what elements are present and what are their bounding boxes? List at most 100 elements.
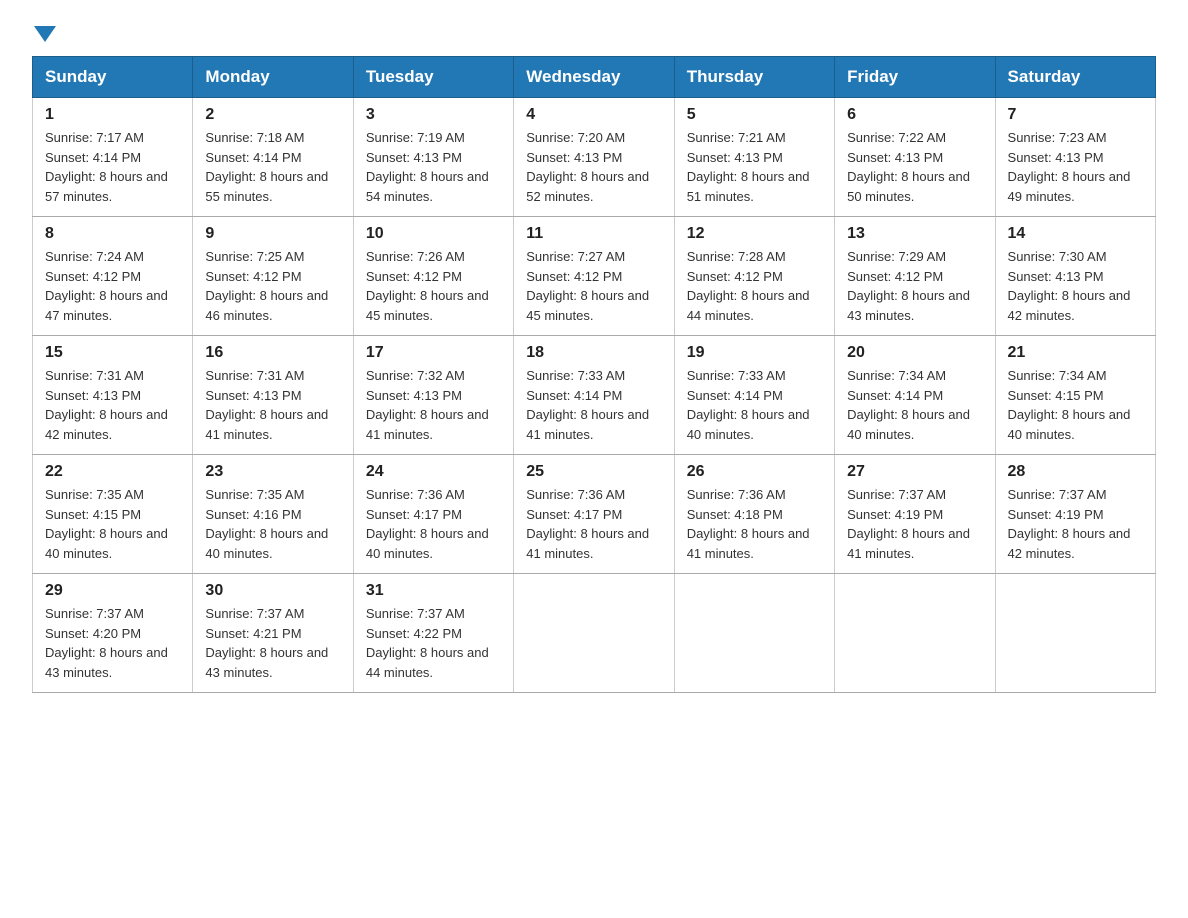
day-info: Sunrise: 7:36 AM Sunset: 4:17 PM Dayligh… bbox=[526, 485, 661, 563]
daylight-label: Daylight: 8 hours and 41 minutes. bbox=[366, 407, 489, 442]
calendar-cell: 8 Sunrise: 7:24 AM Sunset: 4:12 PM Dayli… bbox=[33, 217, 193, 336]
daylight-label: Daylight: 8 hours and 55 minutes. bbox=[205, 169, 328, 204]
sunrise-label: Sunrise: 7:35 AM bbox=[45, 487, 144, 502]
sunrise-label: Sunrise: 7:23 AM bbox=[1008, 130, 1107, 145]
sunrise-label: Sunrise: 7:31 AM bbox=[45, 368, 144, 383]
daylight-label: Daylight: 8 hours and 50 minutes. bbox=[847, 169, 970, 204]
day-info: Sunrise: 7:35 AM Sunset: 4:16 PM Dayligh… bbox=[205, 485, 340, 563]
logo-triangle-icon bbox=[34, 26, 56, 42]
daylight-label: Daylight: 8 hours and 49 minutes. bbox=[1008, 169, 1131, 204]
calendar-cell: 7 Sunrise: 7:23 AM Sunset: 4:13 PM Dayli… bbox=[995, 98, 1155, 217]
calendar-cell: 20 Sunrise: 7:34 AM Sunset: 4:14 PM Dayl… bbox=[835, 336, 995, 455]
sunset-label: Sunset: 4:17 PM bbox=[366, 507, 462, 522]
calendar-table: SundayMondayTuesdayWednesdayThursdayFrid… bbox=[32, 56, 1156, 693]
day-info: Sunrise: 7:27 AM Sunset: 4:12 PM Dayligh… bbox=[526, 247, 661, 325]
day-number: 26 bbox=[687, 463, 822, 481]
sunset-label: Sunset: 4:12 PM bbox=[847, 269, 943, 284]
sunrise-label: Sunrise: 7:28 AM bbox=[687, 249, 786, 264]
sunset-label: Sunset: 4:14 PM bbox=[205, 150, 301, 165]
daylight-label: Daylight: 8 hours and 42 minutes. bbox=[45, 407, 168, 442]
sunset-label: Sunset: 4:13 PM bbox=[1008, 269, 1104, 284]
day-number: 18 bbox=[526, 344, 661, 362]
sunrise-label: Sunrise: 7:25 AM bbox=[205, 249, 304, 264]
calendar-cell: 5 Sunrise: 7:21 AM Sunset: 4:13 PM Dayli… bbox=[674, 98, 834, 217]
calendar-cell bbox=[514, 574, 674, 693]
sunrise-label: Sunrise: 7:19 AM bbox=[366, 130, 465, 145]
daylight-label: Daylight: 8 hours and 43 minutes. bbox=[205, 645, 328, 680]
day-info: Sunrise: 7:26 AM Sunset: 4:12 PM Dayligh… bbox=[366, 247, 501, 325]
calendar-cell: 13 Sunrise: 7:29 AM Sunset: 4:12 PM Dayl… bbox=[835, 217, 995, 336]
sunset-label: Sunset: 4:15 PM bbox=[1008, 388, 1104, 403]
day-number: 3 bbox=[366, 106, 501, 124]
calendar-cell: 2 Sunrise: 7:18 AM Sunset: 4:14 PM Dayli… bbox=[193, 98, 353, 217]
sunset-label: Sunset: 4:14 PM bbox=[687, 388, 783, 403]
sunrise-label: Sunrise: 7:17 AM bbox=[45, 130, 144, 145]
calendar-cell: 22 Sunrise: 7:35 AM Sunset: 4:15 PM Dayl… bbox=[33, 455, 193, 574]
calendar-cell bbox=[995, 574, 1155, 693]
weekday-header-sunday: Sunday bbox=[33, 57, 193, 98]
day-info: Sunrise: 7:23 AM Sunset: 4:13 PM Dayligh… bbox=[1008, 128, 1143, 206]
day-number: 22 bbox=[45, 463, 180, 481]
day-number: 16 bbox=[205, 344, 340, 362]
day-number: 5 bbox=[687, 106, 822, 124]
sunrise-label: Sunrise: 7:37 AM bbox=[366, 606, 465, 621]
daylight-label: Daylight: 8 hours and 54 minutes. bbox=[366, 169, 489, 204]
calendar-cell: 28 Sunrise: 7:37 AM Sunset: 4:19 PM Dayl… bbox=[995, 455, 1155, 574]
sunrise-label: Sunrise: 7:31 AM bbox=[205, 368, 304, 383]
calendar-cell: 18 Sunrise: 7:33 AM Sunset: 4:14 PM Dayl… bbox=[514, 336, 674, 455]
sunrise-label: Sunrise: 7:29 AM bbox=[847, 249, 946, 264]
daylight-label: Daylight: 8 hours and 40 minutes. bbox=[205, 526, 328, 561]
calendar-week-row: 8 Sunrise: 7:24 AM Sunset: 4:12 PM Dayli… bbox=[33, 217, 1156, 336]
sunset-label: Sunset: 4:14 PM bbox=[847, 388, 943, 403]
weekday-header-friday: Friday bbox=[835, 57, 995, 98]
day-info: Sunrise: 7:19 AM Sunset: 4:13 PM Dayligh… bbox=[366, 128, 501, 206]
sunrise-label: Sunrise: 7:36 AM bbox=[687, 487, 786, 502]
day-info: Sunrise: 7:32 AM Sunset: 4:13 PM Dayligh… bbox=[366, 366, 501, 444]
daylight-label: Daylight: 8 hours and 40 minutes. bbox=[847, 407, 970, 442]
sunrise-label: Sunrise: 7:36 AM bbox=[366, 487, 465, 502]
day-info: Sunrise: 7:21 AM Sunset: 4:13 PM Dayligh… bbox=[687, 128, 822, 206]
day-info: Sunrise: 7:28 AM Sunset: 4:12 PM Dayligh… bbox=[687, 247, 822, 325]
day-info: Sunrise: 7:25 AM Sunset: 4:12 PM Dayligh… bbox=[205, 247, 340, 325]
sunset-label: Sunset: 4:13 PM bbox=[687, 150, 783, 165]
day-info: Sunrise: 7:37 AM Sunset: 4:19 PM Dayligh… bbox=[847, 485, 982, 563]
sunset-label: Sunset: 4:12 PM bbox=[366, 269, 462, 284]
day-info: Sunrise: 7:36 AM Sunset: 4:18 PM Dayligh… bbox=[687, 485, 822, 563]
sunset-label: Sunset: 4:12 PM bbox=[45, 269, 141, 284]
daylight-label: Daylight: 8 hours and 40 minutes. bbox=[687, 407, 810, 442]
weekday-header-row: SundayMondayTuesdayWednesdayThursdayFrid… bbox=[33, 57, 1156, 98]
daylight-label: Daylight: 8 hours and 41 minutes. bbox=[687, 526, 810, 561]
day-number: 31 bbox=[366, 582, 501, 600]
day-number: 6 bbox=[847, 106, 982, 124]
daylight-label: Daylight: 8 hours and 51 minutes. bbox=[687, 169, 810, 204]
daylight-label: Daylight: 8 hours and 44 minutes. bbox=[366, 645, 489, 680]
day-number: 10 bbox=[366, 225, 501, 243]
calendar-cell: 6 Sunrise: 7:22 AM Sunset: 4:13 PM Dayli… bbox=[835, 98, 995, 217]
sunrise-label: Sunrise: 7:36 AM bbox=[526, 487, 625, 502]
sunset-label: Sunset: 4:22 PM bbox=[366, 626, 462, 641]
sunrise-label: Sunrise: 7:27 AM bbox=[526, 249, 625, 264]
day-info: Sunrise: 7:29 AM Sunset: 4:12 PM Dayligh… bbox=[847, 247, 982, 325]
calendar-cell: 23 Sunrise: 7:35 AM Sunset: 4:16 PM Dayl… bbox=[193, 455, 353, 574]
daylight-label: Daylight: 8 hours and 43 minutes. bbox=[45, 645, 168, 680]
sunset-label: Sunset: 4:15 PM bbox=[45, 507, 141, 522]
sunrise-label: Sunrise: 7:24 AM bbox=[45, 249, 144, 264]
day-number: 28 bbox=[1008, 463, 1143, 481]
calendar-cell: 29 Sunrise: 7:37 AM Sunset: 4:20 PM Dayl… bbox=[33, 574, 193, 693]
sunset-label: Sunset: 4:13 PM bbox=[366, 388, 462, 403]
day-number: 11 bbox=[526, 225, 661, 243]
day-info: Sunrise: 7:20 AM Sunset: 4:13 PM Dayligh… bbox=[526, 128, 661, 206]
day-number: 17 bbox=[366, 344, 501, 362]
sunset-label: Sunset: 4:18 PM bbox=[687, 507, 783, 522]
calendar-week-row: 15 Sunrise: 7:31 AM Sunset: 4:13 PM Dayl… bbox=[33, 336, 1156, 455]
day-info: Sunrise: 7:31 AM Sunset: 4:13 PM Dayligh… bbox=[45, 366, 180, 444]
calendar-cell: 17 Sunrise: 7:32 AM Sunset: 4:13 PM Dayl… bbox=[353, 336, 513, 455]
calendar-cell: 3 Sunrise: 7:19 AM Sunset: 4:13 PM Dayli… bbox=[353, 98, 513, 217]
day-number: 29 bbox=[45, 582, 180, 600]
weekday-header-saturday: Saturday bbox=[995, 57, 1155, 98]
weekday-header-thursday: Thursday bbox=[674, 57, 834, 98]
calendar-cell: 14 Sunrise: 7:30 AM Sunset: 4:13 PM Dayl… bbox=[995, 217, 1155, 336]
sunrise-label: Sunrise: 7:34 AM bbox=[1008, 368, 1107, 383]
sunrise-label: Sunrise: 7:37 AM bbox=[847, 487, 946, 502]
day-info: Sunrise: 7:18 AM Sunset: 4:14 PM Dayligh… bbox=[205, 128, 340, 206]
